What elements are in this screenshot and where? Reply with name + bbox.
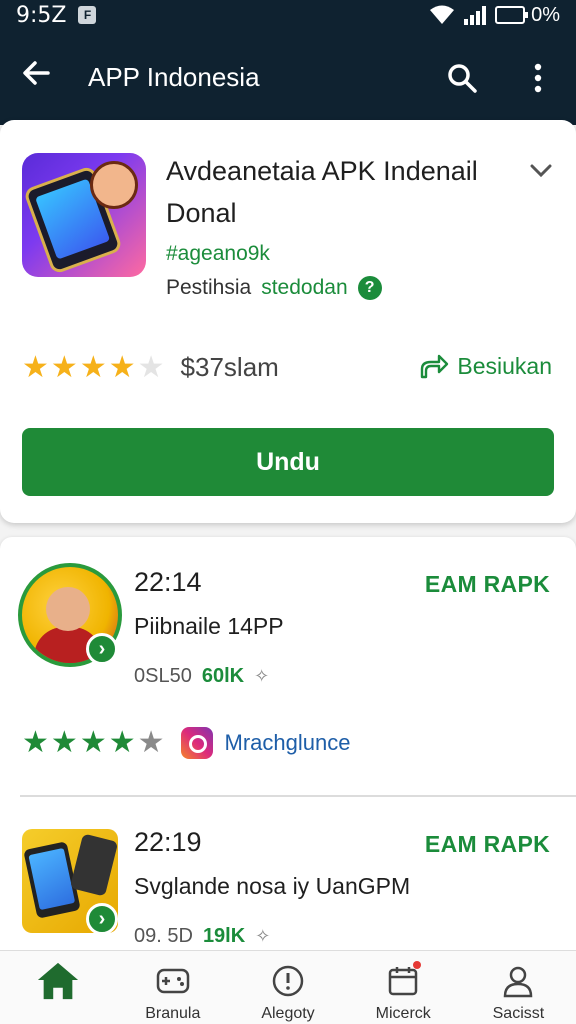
social-link[interactable]: Mrachglunce xyxy=(225,730,351,756)
share-button[interactable]: Besiukan xyxy=(419,352,552,380)
verified-icon: ✧ xyxy=(254,666,270,686)
instagram-icon[interactable] xyxy=(180,727,213,759)
star-icon: ★ xyxy=(50,726,78,759)
nav-label: Sacisst xyxy=(492,1005,545,1022)
star-empty-icon: ★ xyxy=(137,350,165,384)
bottom-navigation: Branula Alegoty Micerck Sacisst xyxy=(0,950,576,1024)
item-tag[interactable]: EAM RAPK xyxy=(425,831,550,858)
app-list: › 22:14 EAM RAPK Piibnaile 14PP 0SL50 60… xyxy=(0,537,576,957)
nav-item-1[interactable]: Alegoty xyxy=(230,951,345,1024)
games-icon xyxy=(151,961,195,1001)
search-icon[interactable] xyxy=(444,60,480,96)
character-illustration xyxy=(90,161,138,209)
nav-label: Micerck xyxy=(375,1005,431,1022)
share-icon xyxy=(421,354,449,379)
item-name: Piibnaile 14PP xyxy=(134,613,284,639)
star-empty-icon: ★ xyxy=(137,726,165,759)
item-size: 0SL50 xyxy=(134,665,192,687)
verified-icon: ✧ xyxy=(255,926,271,946)
app-detail-card: Avdeanetaia APK Indenail Donal #ageano9k… xyxy=(0,120,576,523)
item-time: 22:14 xyxy=(134,567,202,597)
item-rating: ★ ★ ★ ★ ★ Mrachglunce xyxy=(22,727,350,759)
nav-home[interactable] xyxy=(0,951,115,1024)
developer-prefix: Pestihsia xyxy=(166,276,252,299)
star-icon: ★ xyxy=(22,726,49,759)
item-meta: 0SL50 60lK ✧ xyxy=(134,665,269,688)
developer-link[interactable]: stedodan xyxy=(261,276,347,300)
app-price: $37slam xyxy=(180,352,279,382)
star-icon: ★ xyxy=(79,726,107,759)
person-icon xyxy=(496,961,540,1001)
page-title: APP Indonesia xyxy=(88,62,260,92)
phone-illustration xyxy=(69,833,118,897)
app-hashtag[interactable]: #ageano9k xyxy=(166,242,270,266)
star-icon: ★ xyxy=(108,350,136,384)
info-circle-icon xyxy=(266,961,310,1001)
home-icon xyxy=(36,961,80,1001)
app-bar: APP Indonesia xyxy=(0,30,576,125)
star-icon: ★ xyxy=(79,350,107,384)
chevron-right-icon[interactable]: › xyxy=(86,903,118,935)
install-button[interactable]: Undu xyxy=(22,428,554,496)
app-rating: ★ ★ ★ ★ ★ $37slam xyxy=(22,352,279,383)
status-right: 0% xyxy=(429,4,560,27)
help-icon[interactable]: ? xyxy=(357,276,382,300)
item-meta: 09. 5D 19lK ✧ xyxy=(134,925,270,948)
battery-icon xyxy=(495,6,529,24)
nav-label: Alegoty xyxy=(261,1005,315,1022)
status-bar: 9:5Z F 0% xyxy=(0,0,576,30)
chevron-down-icon[interactable] xyxy=(530,158,552,184)
item-size: 09. 5D xyxy=(134,925,193,947)
more-vert-icon[interactable] xyxy=(520,60,556,96)
battery: 0% xyxy=(495,4,560,27)
list-item[interactable]: › 22:14 EAM RAPK Piibnaile 14PP 0SL50 60… xyxy=(0,537,576,797)
arrow-left-icon[interactable] xyxy=(20,57,60,98)
list-item[interactable]: › 22:19 EAM RAPK Svglande nosa iy UanGPM… xyxy=(0,799,576,957)
item-time: 22:19 xyxy=(134,827,202,857)
item-tag[interactable]: EAM RAPK xyxy=(425,571,550,598)
share-label: Besiukan xyxy=(457,352,552,379)
app-developer: Pestihsia stedodan ? xyxy=(166,276,382,300)
wifi-icon xyxy=(430,5,455,24)
notification-icon: F xyxy=(78,6,97,24)
battery-percent: 0% xyxy=(531,3,560,26)
app-title: Avdeanetaia APK Indenail Donal xyxy=(166,156,478,228)
status-time: 9:5Z xyxy=(16,2,67,28)
app-bar-actions xyxy=(444,60,556,96)
chevron-right-icon[interactable]: › xyxy=(86,633,118,665)
face-illustration xyxy=(46,587,90,631)
nav-item-2[interactable]: Micerck xyxy=(346,951,461,1024)
nav-label: Branula xyxy=(145,1005,201,1022)
star-icon: ★ xyxy=(50,350,78,384)
item-name: Svglande nosa iy UanGPM xyxy=(134,873,411,899)
divider xyxy=(20,795,576,797)
app-icon[interactable] xyxy=(22,153,146,277)
item-downloads: 19lK xyxy=(202,925,246,947)
item-downloads: 60lK xyxy=(201,665,245,687)
star-icon: ★ xyxy=(108,726,136,759)
signal-icon xyxy=(464,6,487,25)
nav-item-3[interactable]: Sacisst xyxy=(461,951,576,1024)
star-icon: ★ xyxy=(22,350,49,384)
nav-item-0[interactable]: Branula xyxy=(115,951,230,1024)
notification-dot xyxy=(412,961,421,969)
